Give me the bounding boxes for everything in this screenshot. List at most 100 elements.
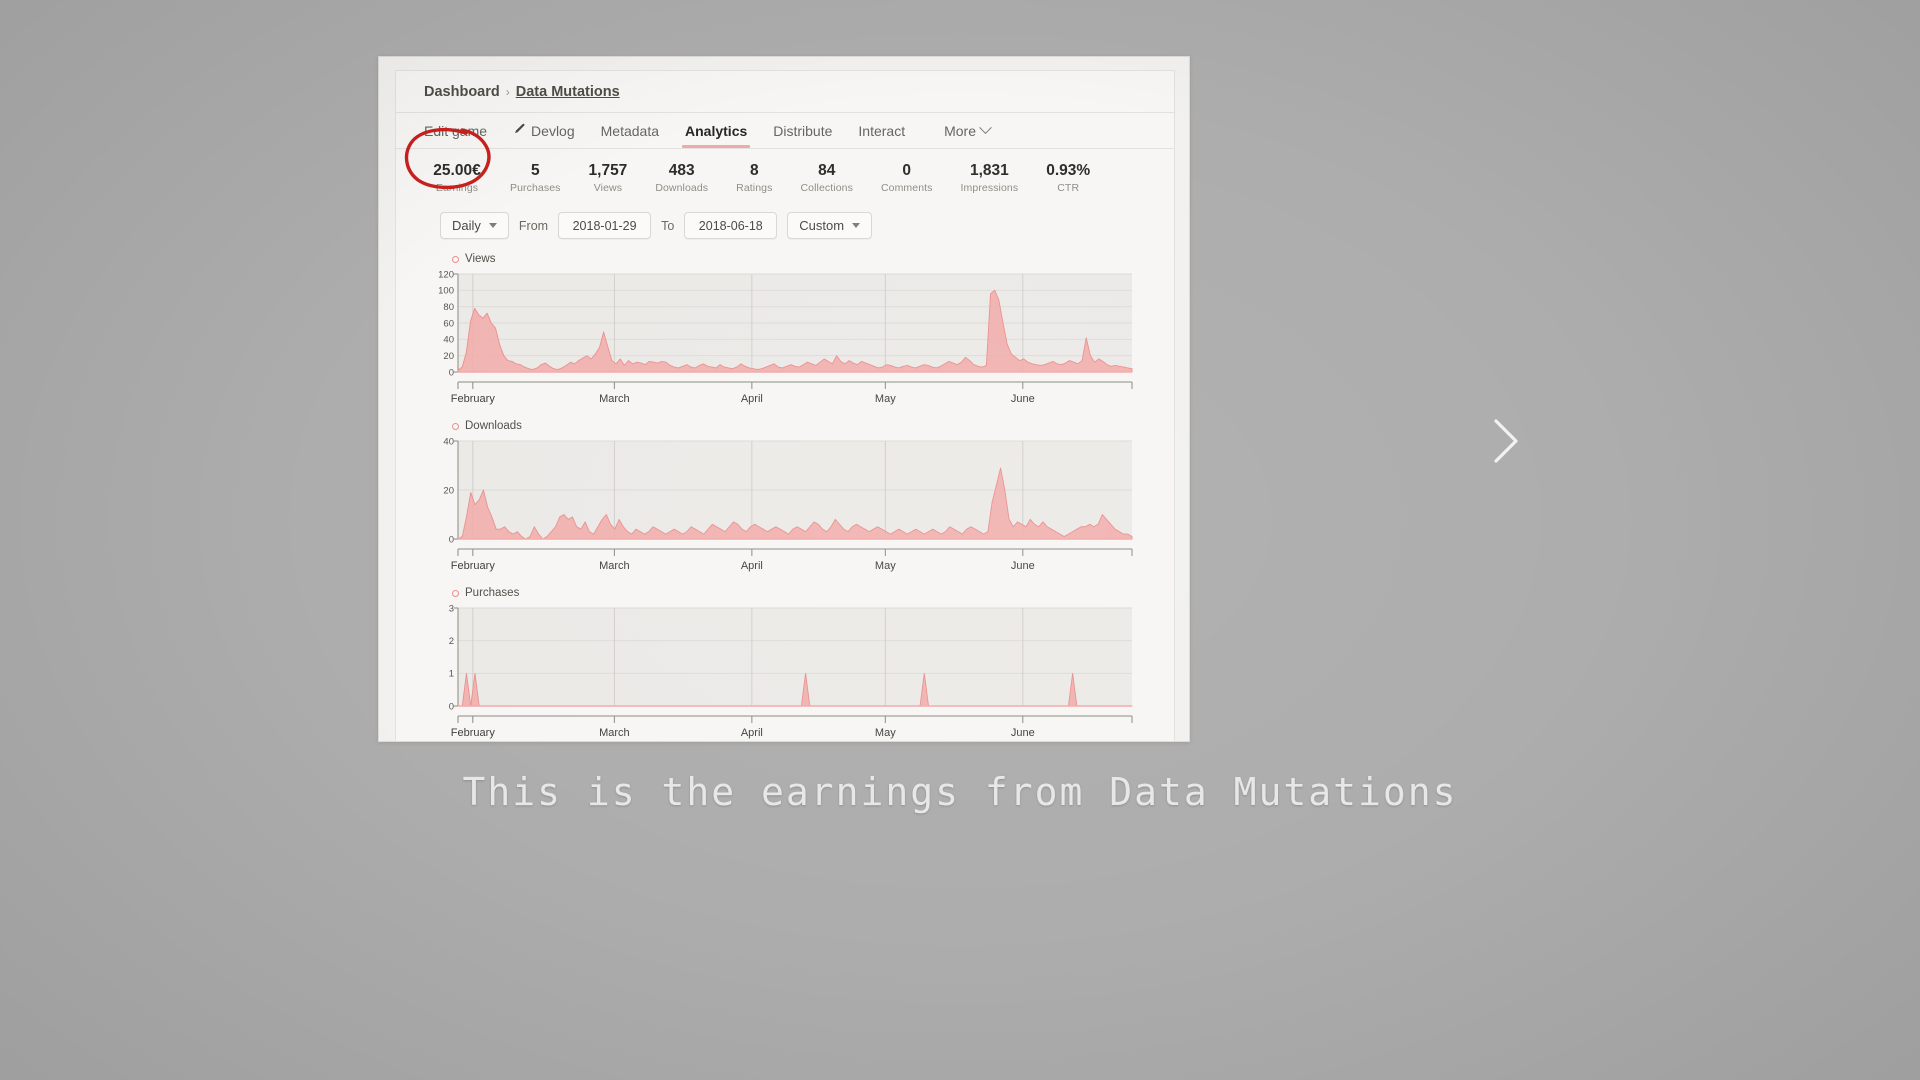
chart-canvas-downloads[interactable]: 0 20 40 February March April May June: [432, 435, 1174, 575]
svg-text:April: April: [741, 560, 763, 572]
svg-text:March: March: [599, 727, 630, 739]
chart-canvas-purchases[interactable]: 0 1 2 3 February March April May June: [432, 602, 1174, 741]
tab-interact[interactable]: Interact: [845, 113, 918, 148]
stat-impressions: 1,831 Impressions: [947, 162, 1033, 194]
chart-legend-purchases: Purchases: [452, 587, 1174, 599]
breadcrumb-dashboard-link[interactable]: Dashboard: [424, 84, 500, 100]
svg-text:February: February: [451, 727, 496, 739]
svg-text:May: May: [875, 727, 896, 739]
chart-title-views: Views: [465, 253, 496, 265]
svg-text:February: February: [451, 560, 496, 572]
from-date-value: 2018-01-29: [572, 218, 637, 233]
svg-text:3: 3: [449, 603, 454, 614]
pencil-icon: [513, 123, 526, 136]
svg-text:March: March: [599, 560, 630, 572]
stat-ctr: 0.93% CTR: [1032, 162, 1104, 194]
chart-canvas-views[interactable]: 0 20 40 60 80 100 120 February March April May June: [432, 268, 1174, 408]
chart-block-downloads: Downloads 0 20 40 February March April May June: [396, 420, 1174, 575]
svg-text:2: 2: [449, 636, 454, 647]
series-marker-icon: [452, 589, 459, 597]
analytics-page-card: Dashboard › Data Mutations Edit game Dev…: [378, 56, 1190, 742]
series-marker-icon: [452, 255, 459, 263]
project-tab-nav: Edit game Devlog Metadata Analytics Dist…: [396, 113, 1174, 149]
svg-text:40: 40: [443, 335, 454, 346]
stat-collections-value: 84: [818, 162, 836, 179]
svg-text:100: 100: [438, 286, 454, 297]
to-date-value: 2018-06-18: [698, 218, 763, 233]
chevron-down-icon: [979, 121, 992, 135]
chart-title-purchases: Purchases: [465, 587, 520, 599]
analytics-inner-panel: Dashboard › Data Mutations Edit game Dev…: [395, 70, 1175, 741]
range-preset-value: Custom: [799, 218, 845, 233]
chart-legend-views: Views: [452, 253, 1174, 265]
stat-views-label: Views: [593, 182, 623, 194]
from-date-input[interactable]: 2018-01-29: [558, 212, 652, 239]
stat-ratings-label: Ratings: [736, 182, 773, 194]
svg-text:120: 120: [438, 269, 454, 280]
tab-metadata-label: Metadata: [600, 122, 660, 139]
svg-text:May: May: [875, 560, 896, 572]
range-preset-select[interactable]: Custom: [787, 212, 873, 239]
breadcrumb: Dashboard › Data Mutations: [396, 71, 1174, 113]
stat-impressions-value: 1,831: [969, 162, 1009, 179]
tab-interact-label: Interact: [858, 122, 906, 139]
stat-downloads-value: 483: [668, 162, 695, 179]
stat-impressions-label: Impressions: [960, 182, 1019, 194]
svg-text:20: 20: [443, 351, 454, 362]
chart-block-purchases: Purchases 0 1 2 3 February March April May June: [396, 587, 1174, 741]
svg-text:40: 40: [443, 436, 454, 447]
stat-views-value: 1,757: [588, 162, 628, 179]
stat-comments-value: 0: [902, 162, 912, 179]
stat-earnings-value: 25.00€: [433, 162, 481, 179]
video-caption: This is the earnings from Data Mutations: [462, 770, 1458, 814]
stats-summary-strip: 25.00€ Earnings 5 Purchases 1,757 Views …: [396, 149, 1174, 204]
svg-text:June: June: [1011, 393, 1035, 405]
stat-earnings-label: Earnings: [435, 182, 479, 194]
svg-text:April: April: [741, 727, 763, 739]
stat-ratings: 8 Ratings: [722, 162, 786, 194]
stat-views: 1,757 Views: [575, 162, 642, 194]
stat-ratings-value: 8: [750, 162, 759, 179]
svg-text:April: April: [741, 393, 763, 405]
from-label: From: [518, 218, 549, 233]
stat-ctr-label: CTR: [1057, 182, 1080, 194]
breadcrumb-current-project[interactable]: Data Mutations: [516, 84, 620, 100]
date-filter-bar: Daily From 2018-01-29 To 2018-06-18 Cust…: [396, 204, 1174, 245]
stat-downloads: 483 Downloads: [641, 162, 722, 194]
svg-text:May: May: [875, 393, 896, 405]
stat-comments: 0 Comments: [867, 162, 947, 194]
tab-edit-game-label: Edit game: [424, 122, 488, 139]
tab-edit-game[interactable]: Edit game: [424, 113, 500, 148]
svg-text:60: 60: [443, 318, 454, 329]
tab-analytics-label: Analytics: [685, 122, 748, 139]
tab-devlog-label: Devlog: [531, 122, 575, 139]
svg-text:0: 0: [449, 534, 454, 545]
caret-down-icon: [488, 223, 497, 228]
tab-devlog[interactable]: Devlog: [500, 113, 588, 148]
svg-text:0: 0: [449, 367, 454, 378]
svg-text:March: March: [599, 393, 630, 405]
tab-distribute[interactable]: Distribute: [760, 113, 845, 148]
stat-downloads-label: Downloads: [655, 182, 709, 194]
stat-collections: 84 Collections: [786, 162, 866, 194]
chevron-right-icon[interactable]: [1482, 415, 1530, 467]
svg-text:20: 20: [443, 485, 454, 496]
stat-purchases-value: 5: [530, 162, 540, 179]
chart-legend-downloads: Downloads: [452, 420, 1174, 432]
granularity-select[interactable]: Daily: [440, 212, 509, 239]
granularity-value: Daily: [452, 218, 481, 233]
svg-text:0: 0: [449, 701, 454, 712]
tab-more[interactable]: More: [918, 113, 1003, 148]
svg-text:June: June: [1011, 727, 1035, 739]
tab-distribute-label: Distribute: [773, 122, 833, 139]
svg-text:1: 1: [449, 669, 454, 680]
svg-text:80: 80: [443, 302, 454, 313]
svg-text:June: June: [1011, 560, 1035, 572]
breadcrumb-separator: ›: [505, 84, 510, 99]
tab-analytics[interactable]: Analytics: [672, 113, 760, 148]
caret-down-icon: [852, 223, 861, 228]
to-date-input[interactable]: 2018-06-18: [684, 212, 778, 239]
to-label: To: [661, 218, 675, 233]
stat-collections-label: Collections: [800, 182, 853, 194]
tab-metadata[interactable]: Metadata: [588, 113, 672, 148]
